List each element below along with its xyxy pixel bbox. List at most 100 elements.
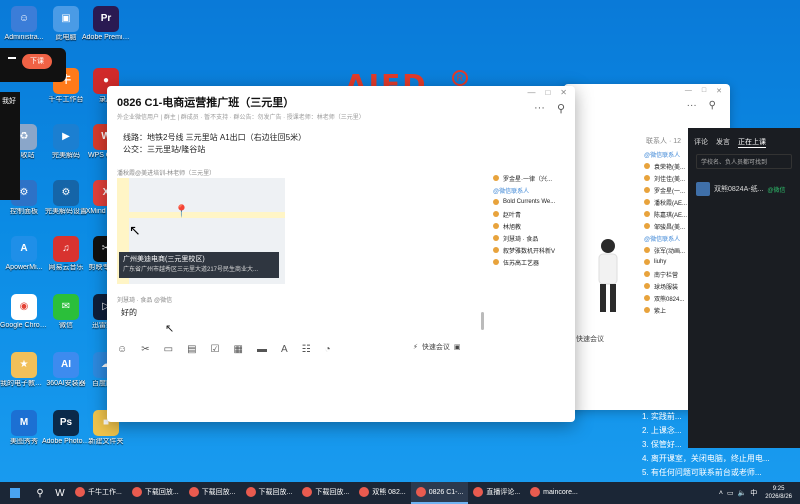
taskbar: ⚲ W 千牛工作... 下载回放... 下载回放... 下载回放... 下载回放... 双… xyxy=(0,482,800,504)
tab-comments[interactable]: 评论 xyxy=(694,137,708,148)
taskbar-item[interactable]: 下载回放... xyxy=(184,482,241,504)
app-icon xyxy=(302,487,313,497)
end-class-button[interactable]: 下课 xyxy=(22,54,52,69)
member-name: 潘秋霞(AE... xyxy=(654,200,688,207)
chat-window[interactable]: 0826 C1-电商运营推广班（三元里） 外企业微信用户 | 群主 | 群成员 … xyxy=(107,86,575,422)
taskbar-item-label: 直播评论... xyxy=(486,489,521,496)
live-search[interactable]: 学校名、负人员都可找到 xyxy=(696,154,792,169)
clock[interactable]: 9:25 2026/8/26 xyxy=(761,485,796,501)
side-strip: 我好 xyxy=(0,92,20,200)
minimize-icon[interactable] xyxy=(8,57,16,59)
network-icon[interactable]: ▭ xyxy=(727,489,734,497)
member-name: 罗金星(一... xyxy=(654,188,685,195)
bubble-icon[interactable]: ◔ xyxy=(325,344,331,355)
avatar xyxy=(493,223,499,229)
member-item[interactable]: 林旭教 xyxy=(493,220,575,232)
live-list-item[interactable]: 双熊0824A-纸... @微信 xyxy=(696,182,796,196)
note-line: 2. 上课念... xyxy=(642,426,682,435)
taskbar-item[interactable]: 直播评论... xyxy=(468,482,525,504)
ime-icon[interactable]: 中 xyxy=(750,488,757,498)
taskbar-item[interactable]: maincore... xyxy=(525,482,583,504)
taskbar-item[interactable]: 千牛工作... xyxy=(70,482,127,504)
maximize-button[interactable]: □ xyxy=(702,87,706,95)
note-line: 5. 有任何问题可联系前台或老师... xyxy=(642,468,762,477)
member-item[interactable]: 刘慧琦 · 食品 xyxy=(493,232,575,244)
screen-icon[interactable]: ▬ xyxy=(257,344,267,355)
add-member-icon[interactable]: ⚲ xyxy=(709,100,716,111)
search-icon[interactable]: ⚲ xyxy=(30,482,50,504)
more-icon[interactable]: ··· xyxy=(687,100,697,111)
smile-icon[interactable]: ☺ xyxy=(117,344,127,355)
member-item[interactable]: 伍苏高工艺器 xyxy=(493,256,575,268)
start-button[interactable] xyxy=(0,482,30,504)
taskbar-item-label: 下载回放... xyxy=(144,489,179,496)
text-icon[interactable]: A xyxy=(281,344,288,355)
emoji-icon[interactable]: ☷ xyxy=(302,344,311,355)
add-member-icon[interactable]: ⚲ xyxy=(557,102,565,115)
back-quick-meeting[interactable]: 快速会议 xyxy=(576,334,604,344)
maximize-button[interactable]: □ xyxy=(545,88,550,97)
windows-icon xyxy=(10,488,20,498)
image-icon[interactable]: ▭ xyxy=(164,344,173,355)
quick-meeting-button[interactable]: ⚡ 快速会议 ▣ xyxy=(413,342,461,352)
desktop-icon-chrome[interactable]: ◉ Google Chrome xyxy=(0,294,48,330)
member-item[interactable]: 罗金星·一律（兴... xyxy=(493,172,575,184)
chevron-up-icon[interactable]: ˄ xyxy=(719,490,723,497)
member-item[interactable]: Bold Currents We... xyxy=(493,196,575,208)
header-icons: ··· ⚲ xyxy=(534,102,565,115)
member-name: Bold Currents We... xyxy=(503,199,556,205)
taskbar-item[interactable]: 下载回放... xyxy=(241,482,298,504)
class-overlay: 下课 xyxy=(0,48,66,82)
location-card[interactable]: 广州美迪电商(三元里校区) 广东省广州市越秀区三元里大道217号民生商业大... xyxy=(119,252,279,278)
wechat-badge: @微信 xyxy=(767,187,786,194)
taskbar-item-label: 千牛工作... xyxy=(88,489,122,496)
desktop-icon-apowermirror[interactable]: A ApowerMi... xyxy=(0,236,48,272)
close-button[interactable]: ✕ xyxy=(560,88,567,97)
tab-speak[interactable]: 发言 xyxy=(716,137,730,148)
avatar xyxy=(493,235,499,241)
photoshop-icon: Ps xyxy=(53,410,79,436)
member-item[interactable]: 叙梦雅数机开科新V xyxy=(493,244,575,256)
illustration-figure xyxy=(598,239,618,312)
avatar xyxy=(644,283,650,289)
lightning-icon: ⚡ xyxy=(413,344,418,351)
member-item[interactable]: 赵叶青 xyxy=(493,208,575,220)
taskbar-item[interactable]: 下载回放... xyxy=(127,482,184,504)
check-icon[interactable]: ☑ xyxy=(211,344,220,355)
minimize-button[interactable]: — xyxy=(685,87,692,95)
scissors-icon[interactable]: ✂ xyxy=(141,344,149,355)
desktop-icon-classroom[interactable]: ★我的电子教室学生端 xyxy=(0,352,48,388)
member-name: 刘慧琦 · 食品 xyxy=(503,236,539,243)
member-name: 罗金星·一律（兴... xyxy=(503,176,552,183)
member-name: liuhy xyxy=(654,259,667,265)
avatar xyxy=(644,259,650,265)
window-toggle-icon[interactable]: ▣ xyxy=(454,343,461,351)
member-name: 伍苏高工艺器 xyxy=(503,260,540,267)
close-button[interactable]: ✕ xyxy=(716,87,722,95)
avatar xyxy=(644,163,650,169)
member-name: 袁荣艳(美... xyxy=(654,164,685,171)
music-icon: ♫ xyxy=(53,236,79,262)
desktop-icon-meitu[interactable]: M 美图秀秀 xyxy=(0,410,48,446)
folder-icon[interactable]: ▦ xyxy=(233,344,242,355)
member-name: 邹骏昌(美... xyxy=(654,224,685,231)
quick-meeting-label: 快速会议 xyxy=(421,344,450,351)
taskbar-items: 千牛工作... 下载回放... 下载回放... 下载回放... 下载回放... 双熊 08… xyxy=(70,482,583,504)
avatar xyxy=(644,199,650,205)
tab-in-class[interactable]: 正在上课 xyxy=(738,137,766,148)
minimize-button[interactable]: — xyxy=(527,88,535,97)
desktop-icon-premiere[interactable]: Pr Adobe Premie... xyxy=(82,6,130,42)
wps-taskbar-icon[interactable]: W xyxy=(50,482,70,504)
doc-icon[interactable]: ▤ xyxy=(187,344,196,355)
taskbar-item[interactable]: 0826 C1-... xyxy=(410,482,469,504)
chat-header: 0826 C1-电商运营推广班（三元里） 外企业微信用户 | 群主 | 群成员 … xyxy=(107,86,575,124)
taskbar-item[interactable]: 双熊 082... xyxy=(354,482,410,504)
scrollbar[interactable] xyxy=(481,312,484,330)
more-icon[interactable]: ··· xyxy=(534,102,545,115)
volume-icon[interactable]: 🔈 xyxy=(738,489,747,497)
back-window-controls: — □ ✕ xyxy=(685,87,722,95)
taskbar-item[interactable]: 下载回放... xyxy=(297,482,354,504)
desktop-icon-administrator[interactable]: ☺ Administra... xyxy=(0,6,48,42)
note-line: 4. 离开课室，关闭电脑，终止用电... xyxy=(642,454,770,463)
member-group-header: @微信联系人 xyxy=(493,184,575,196)
